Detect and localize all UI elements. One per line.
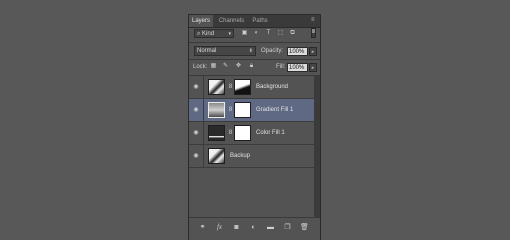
divider (203, 122, 204, 144)
blend-mode-dropdown[interactable]: Normal ⬍ (194, 46, 256, 56)
divider (203, 99, 204, 121)
adjustment-filter-icon[interactable]: ◐ (253, 30, 260, 37)
fill-slider-button[interactable]: ▸ (309, 63, 317, 72)
opacity-input[interactable]: 100% (287, 47, 308, 56)
gradient-fill-thumbnail (208, 102, 225, 118)
mask-link-icon[interactable]: 8 (228, 106, 233, 114)
layers-list: ◉ 8 Background ◉ 8 Gradient Fill 1 ◉ 8 C… (189, 76, 314, 217)
chevron-down-icon: ▾ (228, 31, 231, 37)
blend-row: Normal ⬍ Opacity: 100% ▸ (189, 44, 320, 58)
fill-input[interactable]: 100% (287, 63, 308, 72)
layer-mask-thumbnail[interactable] (234, 125, 251, 141)
layers-scrollbar[interactable] (314, 76, 320, 217)
smart-object-filter-icon[interactable]: ⧉ (289, 30, 296, 37)
layer-name[interactable]: Background (256, 84, 288, 90)
new-layer-icon[interactable]: ❐ (283, 223, 292, 232)
lock-position-icon[interactable]: ✥ (235, 63, 242, 70)
panel-menu-icon[interactable]: ≡ (311, 17, 317, 24)
delete-layer-icon[interactable]: 🗑︎ (300, 223, 309, 232)
mask-link-icon[interactable]: 8 (228, 83, 233, 91)
new-adjustment-icon[interactable]: ◐ (249, 223, 258, 232)
layer-name[interactable]: Color Fill 1 (256, 130, 285, 136)
layer-thumbnail (208, 79, 225, 95)
visibility-eye-icon[interactable]: ◉ (192, 153, 200, 159)
layer-row-background[interactable]: ◉ 8 Background (189, 76, 314, 99)
layer-row-gradient-fill-1[interactable]: ◉ 8 Gradient Fill 1 (189, 99, 314, 122)
fx-icon[interactable]: fx (215, 223, 224, 232)
layers-footer-toolbar: ⚭ fx ◙ ◐ ▬ ❐ 🗑︎ (189, 217, 320, 240)
link-layers-icon[interactable]: ⚭ (198, 223, 207, 232)
lock-row: Lock: ▦ ✎ ✥ 🔒︎ Fill: 100% ▸ (189, 61, 320, 75)
layer-row-backup[interactable]: ◉ Backup (189, 145, 314, 168)
type-filter-icon[interactable]: T (265, 30, 272, 37)
mask-link-icon[interactable]: 8 (228, 129, 233, 137)
layer-name[interactable]: Gradient Fill 1 (256, 107, 293, 113)
lock-all-icon[interactable]: 🔒︎ (248, 63, 255, 70)
layer-mask-thumbnail[interactable] (234, 102, 251, 118)
layers-panel: Layers Channels Paths ≡ ⌕ Kind ▾ ▣ ◐ T ⬚… (188, 14, 321, 240)
fill-label: Fill: (276, 64, 286, 70)
visibility-eye-icon[interactable]: ◉ (192, 84, 200, 90)
lock-label: Lock: (193, 64, 208, 70)
filter-row: ⌕ Kind ▾ ▣ ◐ T ⬚ ⧉ (189, 27, 320, 41)
color-fill-thumbnail (208, 125, 225, 141)
visibility-eye-icon[interactable]: ◉ (192, 107, 200, 113)
tab-channels[interactable]: Channels (215, 15, 248, 27)
blend-mode-value: Normal (197, 48, 217, 54)
filter-toggle-switch[interactable] (311, 28, 316, 38)
layer-row-color-fill-1[interactable]: ◉ 8 Color Fill 1 (189, 122, 314, 145)
lock-transparent-pixels-icon[interactable]: ▦ (210, 63, 217, 70)
divider (189, 59, 320, 60)
opacity-slider-button[interactable]: ▸ (309, 47, 317, 56)
layer-mask-thumbnail[interactable] (234, 79, 251, 95)
add-mask-icon[interactable]: ◙ (232, 223, 241, 232)
kind-filter-dropdown[interactable]: ⌕ Kind ▾ (194, 29, 234, 38)
opacity-label: Opacity: (261, 48, 284, 54)
tab-paths[interactable]: Paths (249, 15, 271, 27)
tab-layers[interactable]: Layers (189, 15, 213, 27)
shape-filter-icon[interactable]: ⬚ (277, 30, 284, 37)
kind-label: Kind (202, 31, 215, 37)
divider (203, 145, 204, 167)
new-group-icon[interactable]: ▬ (266, 223, 275, 232)
image-filter-icon[interactable]: ▣ (241, 30, 248, 37)
layer-thumbnail (208, 148, 225, 164)
chevron-down-icon: ⬍ (248, 48, 253, 54)
divider (203, 76, 204, 98)
visibility-eye-icon[interactable]: ◉ (192, 130, 200, 136)
layer-name[interactable]: Backup (230, 153, 250, 159)
lock-image-pixels-icon[interactable]: ✎ (222, 63, 229, 70)
divider (189, 42, 320, 43)
